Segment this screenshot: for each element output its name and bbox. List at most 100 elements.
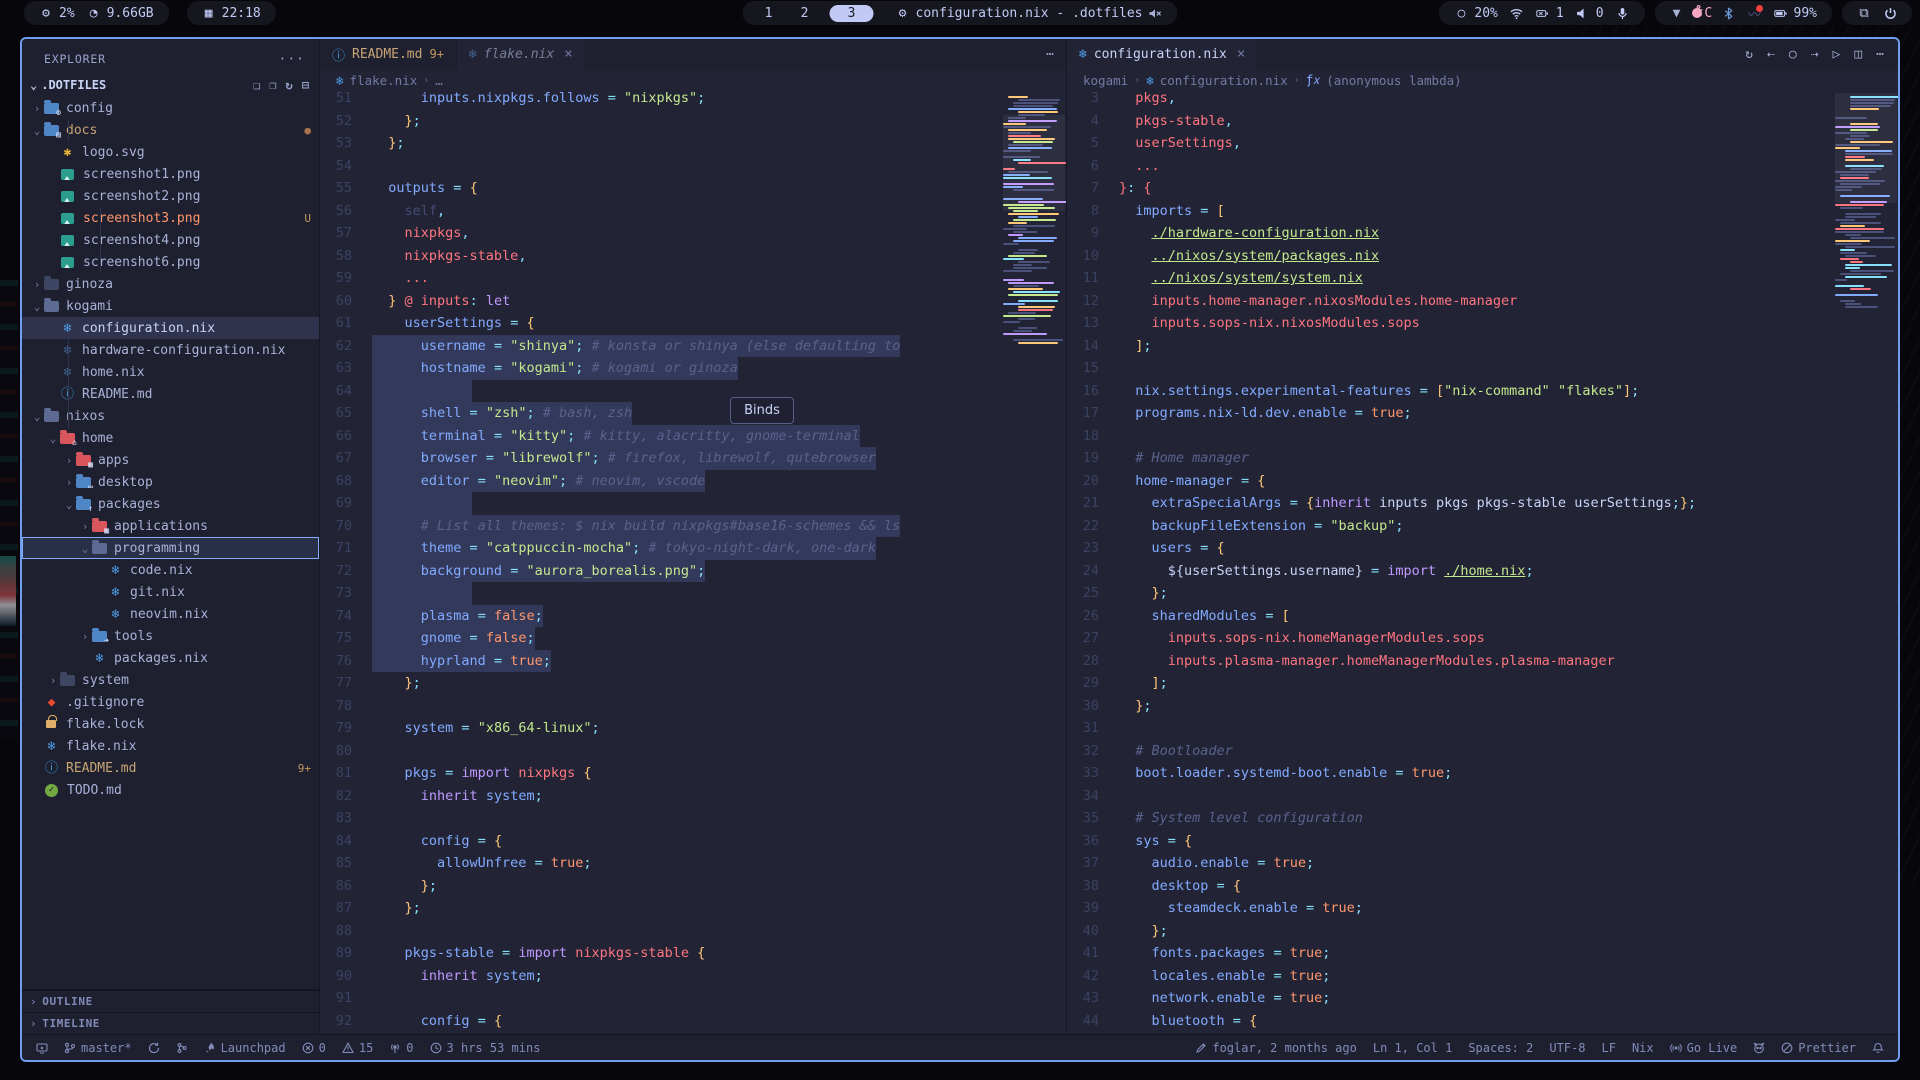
chevron-right-icon[interactable]: ›: [62, 476, 76, 489]
tree-item-screenshot1.png[interactable]: screenshot1.png: [22, 163, 319, 185]
chevron-down-icon[interactable]: ⌄: [30, 300, 44, 313]
close-icon[interactable]: ×: [1237, 46, 1245, 62]
workspace-2[interactable]: 2: [794, 6, 816, 21]
tree-item-screenshot6.png[interactable]: screenshot6.png: [22, 251, 319, 273]
refresh-icon[interactable]: ↻: [286, 78, 293, 92]
workspace-switcher[interactable]: 123: [758, 5, 874, 22]
minimap[interactable]: [1835, 93, 1897, 309]
status-face[interactable]: [1753, 1042, 1765, 1054]
status-master-[interactable]: master*: [64, 1041, 132, 1055]
status-nix[interactable]: Nix: [1632, 1041, 1654, 1055]
tree-item-system[interactable]: ›system: [22, 669, 319, 691]
mic-indicator[interactable]: [1616, 6, 1630, 20]
tab-readme.md[interactable]: ⓘREADME.md9+: [320, 39, 457, 69]
code-editor[interactable]: 3 pkgs,4 pkgs-stable,5 userSettings,6 ..…: [1067, 91, 1898, 1034]
chevron-right-icon[interactable]: ›: [30, 278, 44, 291]
status-prettier[interactable]: Prettier: [1781, 1041, 1856, 1055]
tree-item-home[interactable]: ⌄⌂home: [22, 427, 319, 449]
status-spaces-2[interactable]: Spaces: 2: [1468, 1041, 1533, 1055]
chevron-right-icon[interactable]: ›: [78, 520, 92, 533]
mouse-tray-icon[interactable]: 〰: [1748, 6, 1762, 20]
tree-item-ginoza[interactable]: ›ginoza: [22, 273, 319, 295]
tree-item-nixos[interactable]: ⌄nixos: [22, 405, 319, 427]
nav-forward-icon[interactable]: ⇢: [1811, 47, 1819, 62]
tree-item-git.nix[interactable]: ❄git.nix: [22, 581, 319, 603]
volume-indicator[interactable]: 0: [1576, 6, 1604, 21]
tree-item-packages.nix[interactable]: ❄packages.nix: [22, 647, 319, 669]
chevron-right-icon[interactable]: ›: [62, 454, 76, 467]
tab-flake.nix[interactable]: ❄flake.nix×: [457, 39, 586, 69]
run-file-icon[interactable]: ▷: [1833, 47, 1841, 62]
breadcrumb[interactable]: ❄flake.nix›…: [320, 69, 1066, 91]
tree-item-flake.lock[interactable]: flake.lock: [22, 713, 319, 735]
code-editor[interactable]: 51 inputs.nixpkgs.follows = "nixpkgs";52…: [320, 91, 1066, 1034]
tree-item-.gitignore[interactable]: ◆.gitignore: [22, 691, 319, 713]
status-launchpad[interactable]: Launchpad: [204, 1041, 286, 1055]
chevron-down-icon[interactable]: ⌄: [78, 542, 92, 555]
status-0[interactable]: 0: [302, 1041, 326, 1055]
status-remote[interactable]: [36, 1042, 48, 1054]
breadcrumb-item[interactable]: (anonymous lambda): [1326, 73, 1461, 88]
status-0[interactable]: 0: [389, 1041, 413, 1055]
tree-item-applications[interactable]: ›▦applications: [22, 515, 319, 537]
status-graph[interactable]: [176, 1042, 188, 1054]
status-foglar-2-months-ago[interactable]: foglar, 2 months ago: [1195, 1041, 1357, 1055]
tree-item-screenshot4.png[interactable]: screenshot4.png: [22, 229, 319, 251]
tree-item-configuration.nix[interactable]: ❄configuration.nix: [22, 317, 319, 339]
split-editor-icon[interactable]: ◫: [1854, 47, 1862, 62]
tree-item-todo.md[interactable]: ✓TODO.md: [22, 779, 319, 801]
more-actions-icon[interactable]: ⋯: [1034, 39, 1066, 69]
wifi-indicator[interactable]: [1510, 6, 1524, 20]
close-icon[interactable]: ×: [564, 46, 572, 62]
new-file-icon[interactable]: ❏: [253, 78, 260, 92]
bluetooth-icon[interactable]: [1722, 6, 1736, 20]
workspace-root-row[interactable]: ⌄ .DOTFILES ❏❐↻⊟: [22, 73, 319, 97]
tree-item-config[interactable]: ›⚙config: [22, 97, 319, 119]
tree-item-home.nix[interactable]: ❄home.nix: [22, 361, 319, 383]
collapse-icon[interactable]: ⊟: [302, 78, 309, 92]
tree-item-packages[interactable]: ⌄↑packages: [22, 493, 319, 515]
status-go-live[interactable]: Go Live: [1670, 1041, 1738, 1055]
tree-item-logo.svg[interactable]: ✱logo.svg: [22, 141, 319, 163]
tree-item-neovim.nix[interactable]: ❄neovim.nix: [22, 603, 319, 625]
minimap-slider[interactable]: [1003, 115, 1065, 211]
status-bell[interactable]: [1872, 1042, 1884, 1054]
tree-item-readme.md[interactable]: ⓘREADME.md9+: [22, 757, 319, 779]
nav-dot-icon[interactable]: ○: [1789, 47, 1797, 62]
breadcrumb-item[interactable]: flake.nix: [350, 73, 418, 88]
breadcrumb-item[interactable]: …: [435, 73, 443, 88]
status-ln-1-col-1[interactable]: Ln 1, Col 1: [1373, 1041, 1452, 1055]
status-utf-8[interactable]: UTF-8: [1549, 1041, 1585, 1055]
tree-item-kogami[interactable]: ⌄kogami: [22, 295, 319, 317]
workspace-1[interactable]: 1: [758, 6, 780, 21]
breadcrumb[interactable]: kogami›❄configuration.nix›ƒ𝑥(anonymous l…: [1067, 69, 1898, 91]
status-3-hrs-53-mins[interactable]: 3 hrs 53 mins: [430, 1041, 541, 1055]
tree-item-code.nix[interactable]: ❄code.nix: [22, 559, 319, 581]
breadcrumb-item[interactable]: kogami: [1083, 73, 1128, 88]
tab-configuration.nix[interactable]: ❄configuration.nix×: [1067, 39, 1258, 69]
power-icon[interactable]: [1883, 6, 1897, 20]
history-icon[interactable]: ↻: [1745, 47, 1753, 62]
outline-section[interactable]: ›OUTLINE: [22, 990, 319, 1012]
breadcrumb-item[interactable]: configuration.nix: [1160, 73, 1288, 88]
tree-item-hardware-configuration.nix[interactable]: ❄hardware-configuration.nix: [22, 339, 319, 361]
timeline-section[interactable]: ›TIMELINE: [22, 1012, 319, 1034]
tree-item-flake.nix[interactable]: ❄flake.nix: [22, 735, 319, 757]
status-15[interactable]: 15: [342, 1041, 373, 1055]
vpn-shield-icon[interactable]: ▼: [1670, 6, 1684, 20]
chevron-down-icon[interactable]: ⌄: [46, 432, 60, 445]
tree-item-screenshot3.png[interactable]: screenshot3.pngU: [22, 207, 319, 229]
status-lf[interactable]: LF: [1601, 1041, 1615, 1055]
tree-item-readme.md[interactable]: ⓘREADME.md: [22, 383, 319, 405]
chevron-right-icon[interactable]: ›: [46, 674, 60, 687]
chevron-down-icon[interactable]: ⌄: [30, 410, 44, 423]
screenshot-icon[interactable]: ⧉: [1857, 6, 1871, 20]
tree-item-docs[interactable]: ⌄▤docs●: [22, 119, 319, 141]
minimap[interactable]: [1003, 93, 1065, 351]
tree-item-programming[interactable]: ⌄programming: [22, 537, 319, 559]
status-sync[interactable]: [148, 1042, 160, 1054]
chevron-down-icon[interactable]: ⌄: [62, 498, 76, 511]
explorer-more-actions[interactable]: ···: [279, 52, 305, 67]
workspace-3[interactable]: 3: [830, 5, 874, 22]
tree-item-tools[interactable]: ›➜tools: [22, 625, 319, 647]
